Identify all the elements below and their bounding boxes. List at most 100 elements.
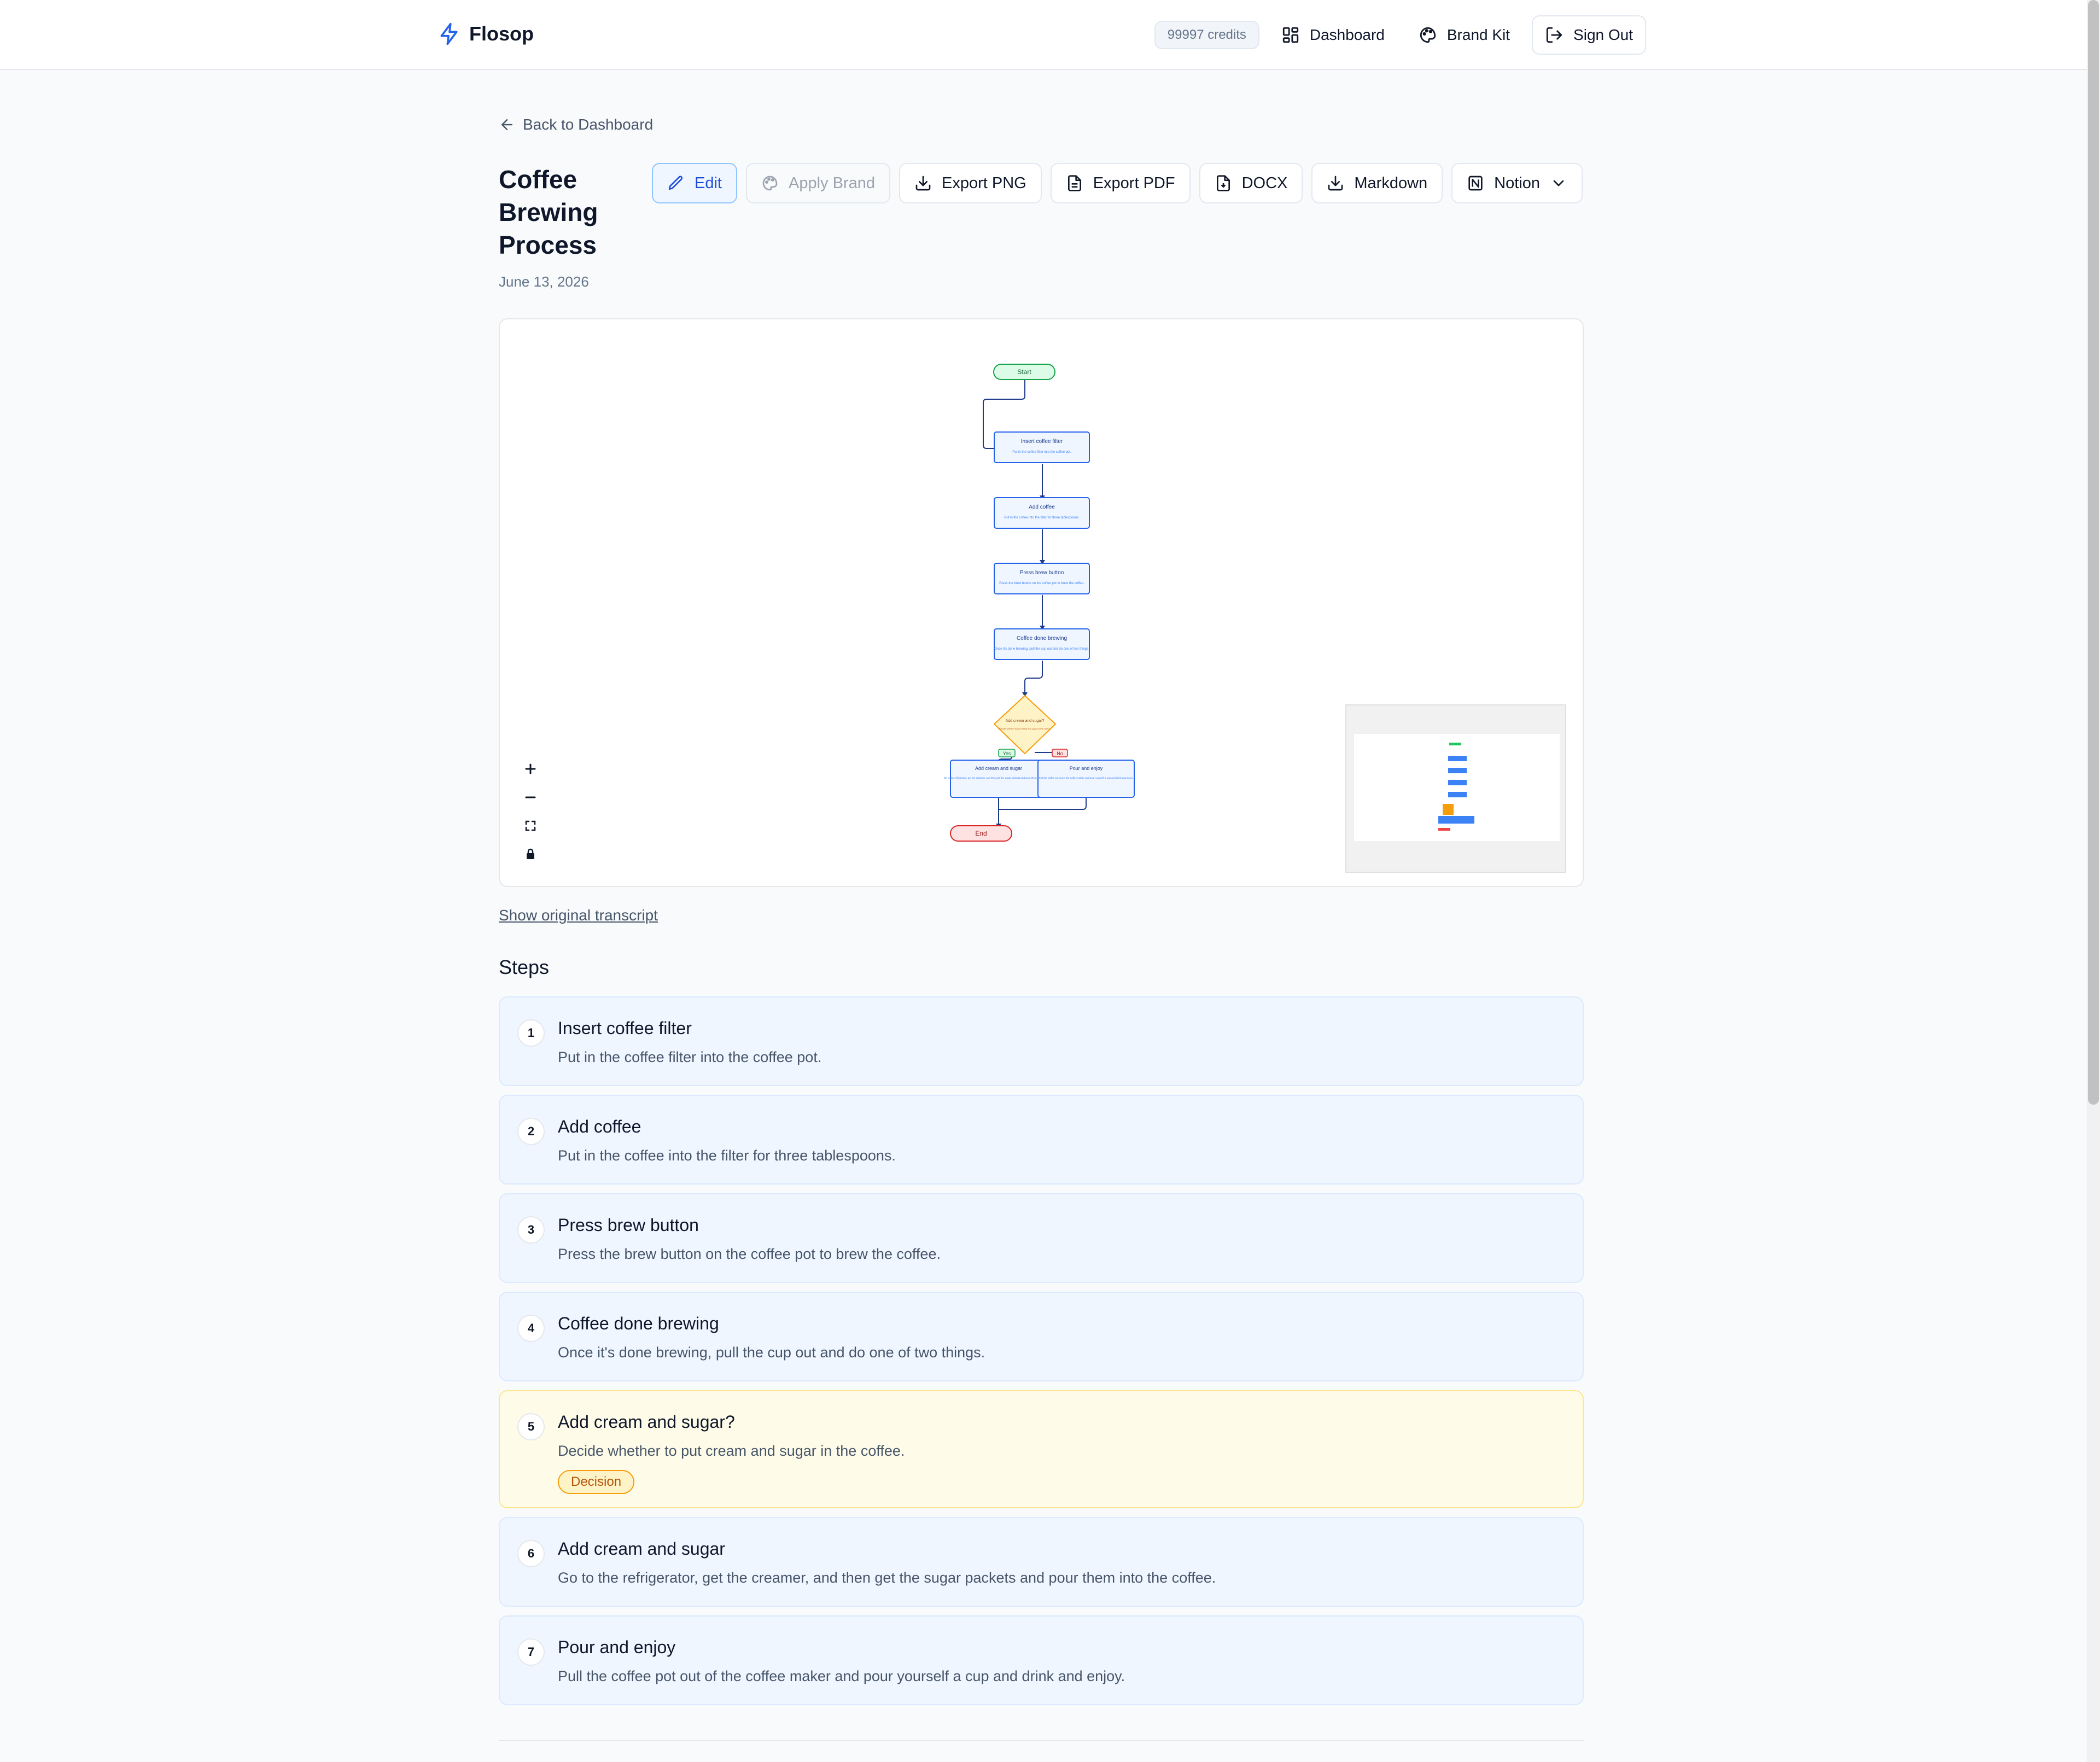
apply-brand-button[interactable]: Apply Brand (745, 163, 890, 203)
minimap-decision (1443, 804, 1454, 815)
minus-icon (525, 796, 536, 798)
credits-badge: 99997 credits (1154, 21, 1259, 49)
flowchart-canvas[interactable]: Start Insert coffee filter Put in the co… (499, 318, 1584, 887)
flow-node-desc: Put in the coffee into the filter for th… (1004, 516, 1080, 520)
fullscreen-icon (525, 820, 536, 831)
log-out-icon (1546, 27, 1562, 43)
decision-desc: Decide whether to put cream and sugar in… (999, 727, 1051, 730)
arrow-left-icon (501, 119, 512, 130)
dashboard-icon (1282, 27, 1299, 43)
sign-out-button[interactable]: Sign Out (1532, 15, 1646, 55)
minimap[interactable] (1345, 704, 1566, 873)
export-pdf-label: Export PDF (1093, 174, 1175, 192)
step-item[interactable]: 2 Add coffee Put in the coffee into the … (499, 1095, 1584, 1185)
notion-icon (1468, 176, 1483, 191)
brand-kit-link[interactable]: Brand Kit (1407, 15, 1522, 55)
step-description: Go to the refrigerator, get the creamer,… (558, 1570, 1216, 1586)
flow-node-press-brew[interactable]: Press brew button Press the brew button … (994, 563, 1090, 594)
markdown-button[interactable]: Markdown (1311, 163, 1443, 203)
dashboard-link[interactable]: Dashboard (1269, 15, 1397, 55)
document-toolbar: Edit Apply Brand Export PNG Export PDF D… (652, 163, 1583, 203)
brand-kit-label: Brand Kit (1446, 26, 1510, 43)
docx-label: DOCX (1241, 174, 1288, 192)
show-transcript-link[interactable]: Show original transcript (499, 907, 658, 924)
step-item-decision[interactable]: 5 Add cream and sugar? Decide whether to… (499, 1390, 1584, 1508)
steps-list: 1 Insert coffee filter Put in the coffee… (499, 996, 1584, 1714)
step-description: Once it's done brewing, pull the cup out… (558, 1344, 985, 1361)
step-title: Pour and enjoy (558, 1637, 676, 1657)
file-text-icon (1068, 175, 1081, 191)
export-pdf-button[interactable]: Export PDF (1050, 163, 1191, 203)
brand-name: Flosop (469, 22, 534, 45)
flow-node-add-cream[interactable]: Add cream and sugar Go to the refrigerat… (944, 760, 1054, 798)
zoom-out-button[interactable] (515, 783, 546, 812)
edit-button[interactable]: Edit (652, 163, 737, 203)
step-item[interactable]: 6 Add cream and sugar Go to the refriger… (499, 1517, 1584, 1607)
lightning-icon (440, 22, 458, 45)
step-item[interactable]: 4 Coffee done brewing Once it's done bre… (499, 1292, 1584, 1381)
yes-label: Yes (1003, 751, 1011, 756)
step-title: Add cream and sugar? (558, 1412, 735, 1432)
flow-node-desc: Once it's done brewing, pull the cup out… (994, 647, 1089, 651)
start-node-label: Start (1017, 368, 1031, 376)
sign-out-label: Sign Out (1573, 26, 1633, 43)
start-node[interactable]: Start (993, 364, 1055, 380)
export-png-label: Export PNG (941, 174, 1026, 192)
brand-logo[interactable]: Flosop (438, 21, 534, 47)
download-icon (1328, 176, 1343, 191)
minimap-node (1448, 768, 1467, 773)
step-number: 3 (517, 1216, 545, 1244)
flow-node-title: Pour and enjoy (1070, 766, 1103, 771)
step-title: Press brew button (558, 1215, 699, 1235)
file-icon (1216, 175, 1230, 191)
edit-label: Edit (695, 174, 722, 192)
step-title: Add coffee (558, 1117, 641, 1136)
notion-label: Notion (1494, 174, 1540, 192)
end-node-label: End (975, 830, 987, 837)
step-item[interactable]: 7 Pour and enjoy Pull the coffee pot out… (499, 1615, 1584, 1705)
document-date: June 13, 2026 (499, 273, 589, 290)
header-actions: 99997 credits Dashboard Brand Kit Sign O… (1154, 15, 1646, 55)
plus-icon (525, 763, 536, 774)
step-item[interactable]: 1 Insert coffee filter Put in the coffee… (499, 996, 1584, 1086)
minimap-node (1448, 756, 1467, 761)
download-icon (915, 176, 931, 191)
notion-button[interactable]: Notion (1451, 163, 1583, 203)
export-png-button[interactable]: Export PNG (899, 163, 1042, 203)
lock-button[interactable] (515, 840, 546, 868)
step-number: 1 (517, 1019, 545, 1047)
step-title: Insert coffee filter (558, 1018, 692, 1038)
step-title: Add cream and sugar (558, 1539, 725, 1559)
no-edge-label: No (1052, 749, 1068, 757)
palette-icon (1420, 27, 1436, 43)
scrollbar-thumb[interactable] (2088, 0, 2099, 1105)
back-to-dashboard-link[interactable]: Back to Dashboard (499, 116, 653, 133)
minimap-branches (1438, 816, 1474, 824)
top-nav: Flosop 99997 credits Dashboard Brand Kit… (0, 0, 2087, 70)
flow-node-title: Press brew button (1020, 570, 1064, 576)
lock-icon (527, 848, 534, 859)
docx-button[interactable]: DOCX (1199, 163, 1303, 203)
flow-node-pour-enjoy[interactable]: Pour and enjoy Pull the coffee pot out o… (1037, 760, 1135, 798)
flow-node-desc: Press the brew button on the coffee pot … (999, 582, 1084, 585)
flow-node-title: Coffee done brewing (1017, 635, 1067, 641)
flow-node-insert-filter[interactable]: Insert coffee filter Put in the coffee f… (994, 431, 1090, 463)
decision-badge: Decision (558, 1470, 635, 1494)
zoom-controls (515, 755, 546, 868)
steps-heading: Steps (499, 956, 550, 978)
flow-node-add-coffee[interactable]: Add coffee Put in the coffee into the fi… (994, 497, 1090, 529)
flow-node-title: Add coffee (1029, 504, 1055, 510)
zoom-in-button[interactable] (515, 755, 546, 783)
step-number: 7 (517, 1638, 545, 1666)
step-description: Pull the coffee pot out of the coffee ma… (558, 1668, 1125, 1684)
step-number: 2 (517, 1118, 545, 1145)
markdown-label: Markdown (1354, 174, 1428, 192)
step-description: Put in the coffee filter into the coffee… (558, 1049, 822, 1065)
decision-node[interactable]: Add cream and sugar? Decide whether to p… (993, 695, 1057, 755)
fit-view-button[interactable] (515, 812, 546, 840)
end-node[interactable]: End (950, 825, 1012, 842)
pencil-icon (668, 176, 683, 190)
flow-node-done-brewing[interactable]: Coffee done brewing Once it's done brewi… (994, 628, 1090, 660)
back-label: Back to Dashboard (523, 116, 654, 133)
step-item[interactable]: 3 Press brew button Press the brew butto… (499, 1193, 1584, 1283)
